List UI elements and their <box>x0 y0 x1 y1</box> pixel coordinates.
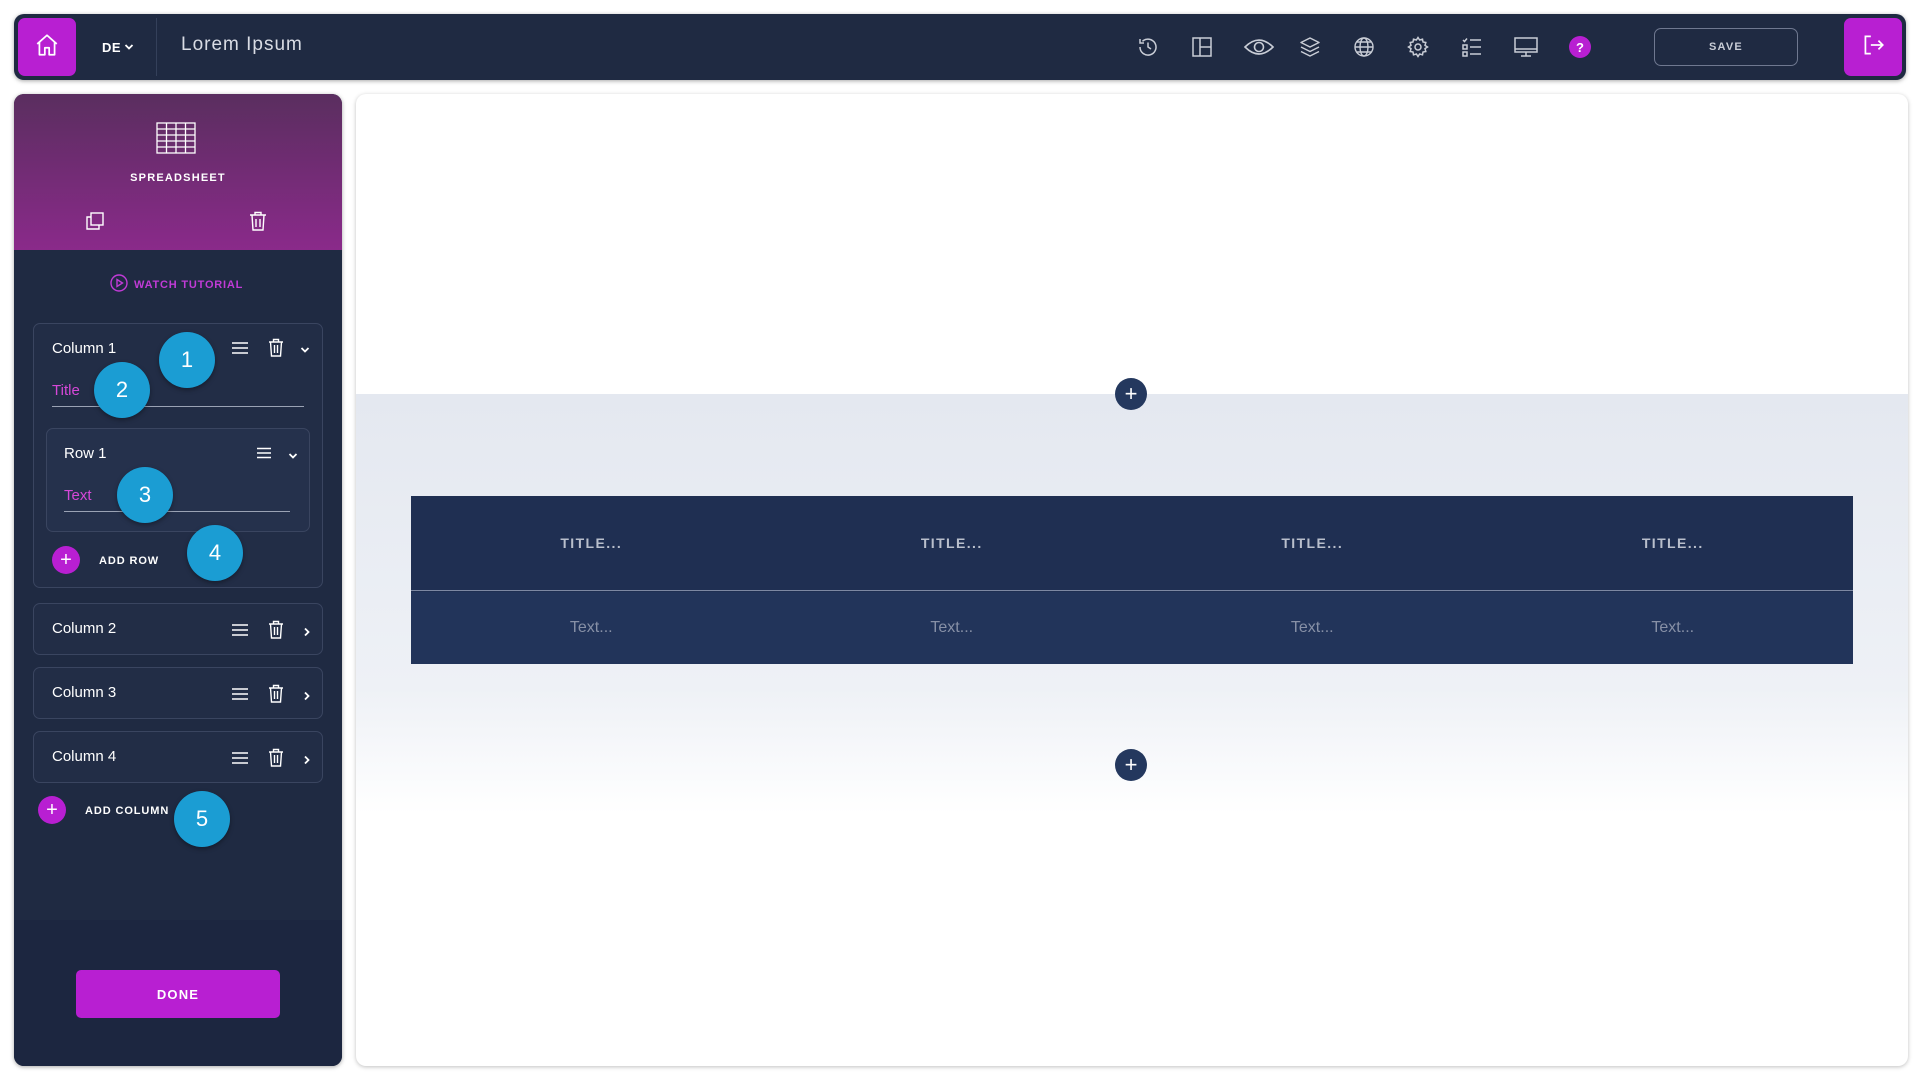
monitor-icon[interactable] <box>1512 33 1540 61</box>
toolbar-divider <box>156 18 157 76</box>
table-header-row: TITLE... TITLE... TITLE... TITLE... <box>411 496 1853 591</box>
sidebar-panel: SPREADSHEET WATCH TUTORIAL Column 1 Titl… <box>14 94 342 1066</box>
column-card-3[interactable]: Column 3 <box>33 667 323 719</box>
row-card-1: Row 1 Text <box>46 428 310 532</box>
add-column-button[interactable]: + <box>38 796 66 824</box>
input-underline <box>52 406 304 407</box>
table-header-cell[interactable]: TITLE... <box>1132 496 1493 590</box>
drag-handle-icon[interactable] <box>231 340 249 361</box>
home-button[interactable] <box>18 18 76 76</box>
column-label: Column 3 <box>52 684 117 701</box>
language-value: DE <box>102 39 122 55</box>
watch-tutorial-label: WATCH TUTORIAL <box>134 278 244 291</box>
drag-handle-icon[interactable] <box>256 446 272 465</box>
chevron-down-icon[interactable] <box>288 448 298 466</box>
drag-handle-icon[interactable] <box>231 686 249 707</box>
home-icon <box>34 32 60 63</box>
chevron-right-icon[interactable] <box>302 752 312 770</box>
eye-icon[interactable] <box>1242 33 1276 61</box>
help-button[interactable]: ? <box>1569 36 1591 58</box>
layers-icon[interactable] <box>1296 33 1324 61</box>
delete-block-icon[interactable] <box>249 211 267 236</box>
delete-column-icon[interactable] <box>268 620 284 644</box>
row-text-input[interactable]: Text <box>64 487 92 504</box>
table-header-cell[interactable]: TITLE... <box>1493 496 1854 590</box>
done-button[interactable]: DONE <box>76 970 280 1018</box>
top-toolbar: DE Lorem Ipsum ? SAVE <box>14 14 1906 80</box>
table-header-cell[interactable]: TITLE... <box>411 496 772 590</box>
chevron-down-icon <box>124 40 134 55</box>
chevron-down-icon[interactable] <box>300 342 310 360</box>
step-badge-3: 3 <box>117 467 173 523</box>
spreadsheet-icon <box>156 122 196 159</box>
table-header-cell[interactable]: TITLE... <box>772 496 1133 590</box>
table-cell[interactable]: Text... <box>411 592 772 664</box>
exit-icon <box>1860 32 1886 63</box>
sidebar-title: SPREADSHEET <box>130 172 226 184</box>
gear-icon[interactable] <box>1404 33 1432 61</box>
row-label: Row 1 <box>64 445 107 462</box>
language-selector[interactable]: DE <box>102 36 162 58</box>
watch-tutorial-link[interactable]: WATCH TUTORIAL <box>110 274 243 295</box>
table-cell[interactable]: Text... <box>1493 592 1854 664</box>
save-button[interactable]: SAVE <box>1654 28 1798 66</box>
sidebar-header: SPREADSHEET <box>14 94 342 250</box>
add-row-label[interactable]: ADD ROW <box>99 555 159 567</box>
step-badge-2: 2 <box>94 362 150 418</box>
column-label: Column 1 <box>52 340 117 357</box>
checklist-icon[interactable] <box>1458 33 1486 61</box>
column-card-4[interactable]: Column 4 <box>33 731 323 783</box>
step-badge-5: 5 <box>174 791 230 847</box>
drag-handle-icon[interactable] <box>231 750 249 771</box>
column-label: Column 2 <box>52 620 117 637</box>
column-label: Column 4 <box>52 748 117 765</box>
add-row-button[interactable]: + <box>52 546 80 574</box>
delete-column-icon[interactable] <box>268 748 284 772</box>
add-section-button-bottom[interactable]: + <box>1115 749 1147 781</box>
table-cell[interactable]: Text... <box>1132 592 1493 664</box>
exit-button[interactable] <box>1844 18 1902 76</box>
editor-canvas: + TITLE... TITLE... TITLE... TITLE... Te… <box>356 94 1908 1066</box>
page-title: Lorem Ipsum <box>181 34 303 55</box>
globe-icon[interactable] <box>1350 33 1378 61</box>
step-badge-1: 1 <box>159 332 215 388</box>
delete-column-icon[interactable] <box>268 338 284 362</box>
spreadsheet-table[interactable]: TITLE... TITLE... TITLE... TITLE... Text… <box>411 496 1853 664</box>
table-cell[interactable]: Text... <box>772 592 1133 664</box>
duplicate-icon[interactable] <box>85 211 105 236</box>
layout-icon[interactable] <box>1188 33 1216 61</box>
play-icon <box>110 274 128 295</box>
chevron-right-icon[interactable] <box>302 624 312 642</box>
add-column-label[interactable]: ADD COLUMN <box>85 805 169 817</box>
delete-column-icon[interactable] <box>268 684 284 708</box>
add-section-button-top[interactable]: + <box>1115 378 1147 410</box>
drag-handle-icon[interactable] <box>231 622 249 643</box>
column-card-2[interactable]: Column 2 <box>33 603 323 655</box>
input-underline <box>64 511 290 512</box>
chevron-right-icon[interactable] <box>302 688 312 706</box>
table-row: Text... Text... Text... Text... <box>411 592 1853 664</box>
step-badge-4: 4 <box>187 525 243 581</box>
history-icon[interactable] <box>1134 33 1162 61</box>
column-title-input[interactable]: Title <box>52 382 80 399</box>
